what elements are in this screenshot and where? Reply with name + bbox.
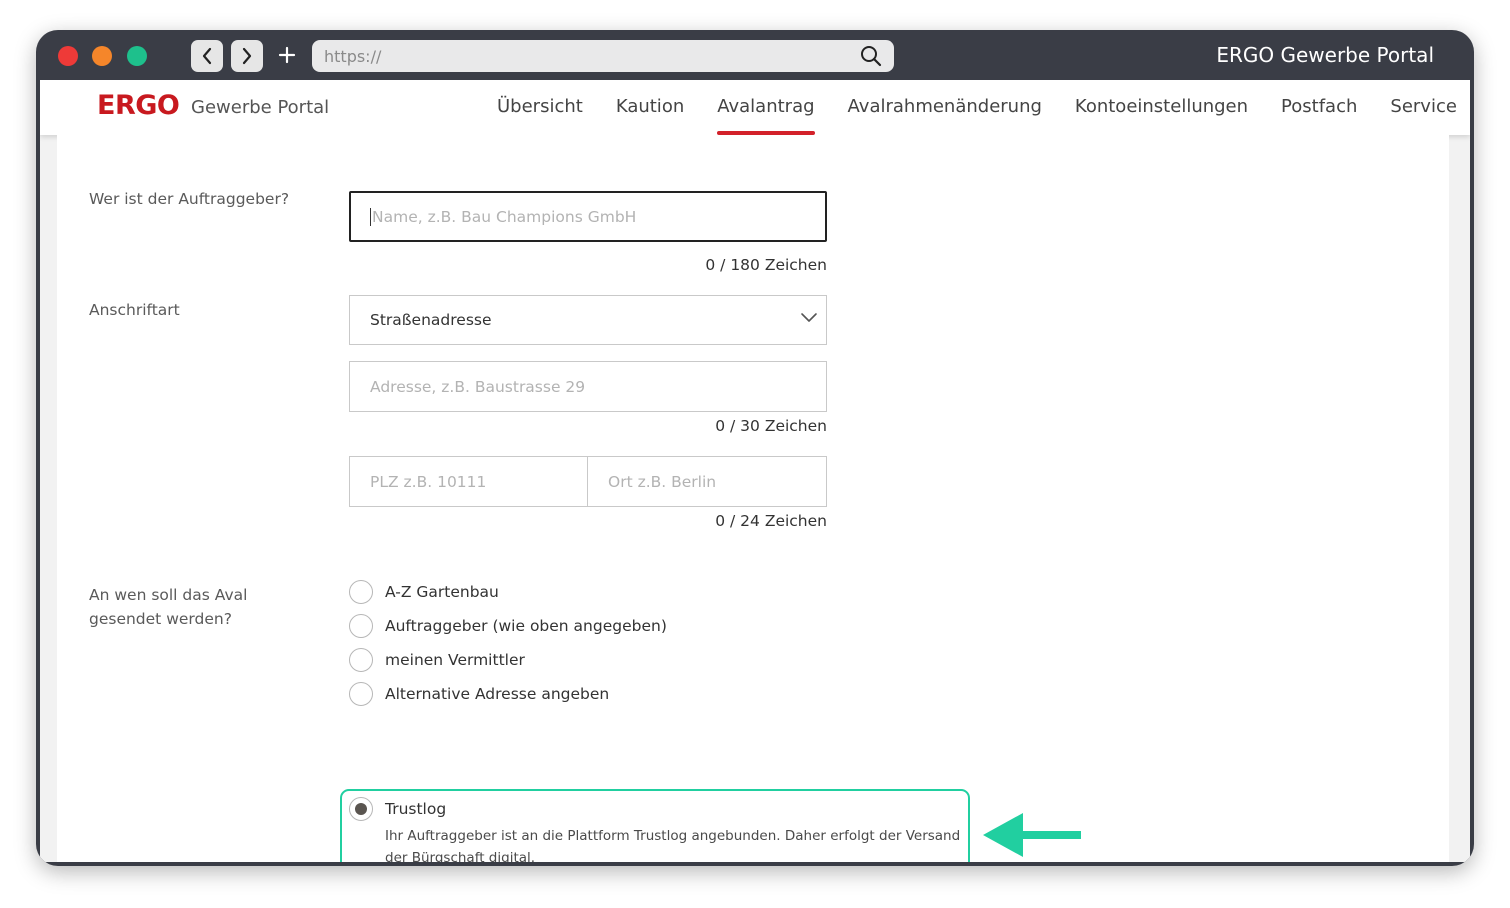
radio-option-vermittler[interactable]: meinen Vermittler (349, 646, 525, 674)
form-panel: Wer ist der Auftraggeber? Name, z.B. Bau… (57, 135, 1449, 862)
radio-circle[interactable] (349, 682, 373, 706)
plz-placeholder: PLZ z.B. 10111 (370, 472, 487, 491)
radio-option-alternative-adresse[interactable]: Alternative Adresse angeben (349, 680, 609, 708)
browser-window: https:// ERGO Gewerbe Portal ERGO Gewerb… (36, 30, 1474, 866)
adresse-input[interactable]: Adresse, z.B. Baustrasse 29 (349, 361, 827, 412)
anschriftart-selected-value: Straßenadresse (370, 311, 492, 329)
close-window-button[interactable] (58, 46, 78, 66)
empfaenger-label: An wen soll das Aval gesendet werden? (89, 586, 248, 628)
search-icon[interactable] (860, 45, 882, 67)
browser-titlebar: https:// ERGO Gewerbe Portal (36, 30, 1474, 80)
nav-item-kaution[interactable]: Kaution (616, 80, 684, 135)
radio-label: Alternative Adresse angeben (385, 685, 610, 703)
text-caret (370, 207, 371, 226)
nav-item-postfach[interactable]: Postfach (1281, 80, 1357, 135)
portal-name: Gewerbe Portal (191, 97, 330, 118)
radio-label: Auftraggeber (wie oben angegeben) (385, 617, 667, 635)
new-tab-button[interactable] (276, 42, 298, 68)
chevron-left-icon (202, 47, 212, 65)
auftraggeber-placeholder: Name, z.B. Bau Champions GmbH (372, 207, 637, 226)
auftraggeber-name-input[interactable]: Name, z.B. Bau Champions GmbH (349, 191, 827, 242)
plus-icon (278, 46, 296, 64)
nav-item-service[interactable]: Service (1390, 80, 1457, 135)
trustlog-description: Ihr Auftraggeber ist an die Plattform Tr… (385, 828, 961, 862)
adresse-placeholder: Adresse, z.B. Baustrasse 29 (370, 377, 586, 396)
ort-input[interactable]: Ort z.B. Berlin (587, 456, 827, 507)
page-viewport: ERGO Gewerbe Portal Übersicht Kaution Av… (40, 80, 1470, 862)
nav-item-uebersicht[interactable]: Übersicht (497, 80, 583, 135)
radio-circle[interactable] (349, 648, 373, 672)
radio-selected-dot (355, 803, 367, 815)
ort-placeholder: Ort z.B. Berlin (608, 472, 717, 491)
nav-item-kontoeinstellungen[interactable]: Kontoeinstellungen (1075, 80, 1248, 135)
radio-circle-selected[interactable] (349, 797, 373, 821)
plz-ort-char-counter: 0 / 24 Zeichen (715, 512, 827, 530)
main-nav: Übersicht Kaution Avalantrag Avalrahmenä… (497, 80, 1470, 135)
window-title: ERGO Gewerbe Portal (1216, 43, 1434, 67)
maximize-window-button[interactable] (127, 46, 147, 66)
plz-input[interactable]: PLZ z.B. 10111 (349, 456, 588, 507)
chevron-right-icon (242, 47, 252, 65)
minimize-window-button[interactable] (92, 46, 112, 66)
arrow-left-icon (983, 813, 1081, 857)
radio-label: A-Z Gartenbau (385, 583, 499, 601)
url-text: https:// (324, 47, 382, 66)
nav-item-avalrahmenaenderung[interactable]: Avalrahmenänderung (848, 80, 1042, 135)
nav-item-avalantrag[interactable]: Avalantrag (717, 80, 815, 135)
chevron-down-icon (801, 313, 817, 322)
auftraggeber-char-counter: 0 / 180 Zeichen (705, 256, 827, 274)
radio-circle[interactable] (349, 580, 373, 604)
forward-button[interactable] (231, 40, 263, 72)
back-button[interactable] (191, 40, 223, 72)
url-bar[interactable]: https:// (312, 40, 894, 72)
anschriftart-label: Anschriftart (89, 301, 180, 319)
anschriftart-select[interactable]: Straßenadresse (349, 295, 827, 345)
radio-label: meinen Vermittler (385, 651, 525, 669)
ergo-logo[interactable]: ERGO (97, 90, 180, 121)
radio-circle[interactable] (349, 614, 373, 638)
radio-option-trustlog[interactable]: Trustlog (349, 795, 446, 823)
site-header: ERGO Gewerbe Portal Übersicht Kaution Av… (40, 80, 1470, 135)
radio-option-a-z-gartenbau[interactable]: A-Z Gartenbau (349, 578, 499, 606)
radio-label: Trustlog (385, 800, 447, 818)
auftraggeber-label: Wer ist der Auftraggeber? (89, 190, 290, 208)
radio-option-auftraggeber[interactable]: Auftraggeber (wie oben angegeben) (349, 612, 667, 640)
adresse-char-counter: 0 / 30 Zeichen (715, 417, 827, 435)
